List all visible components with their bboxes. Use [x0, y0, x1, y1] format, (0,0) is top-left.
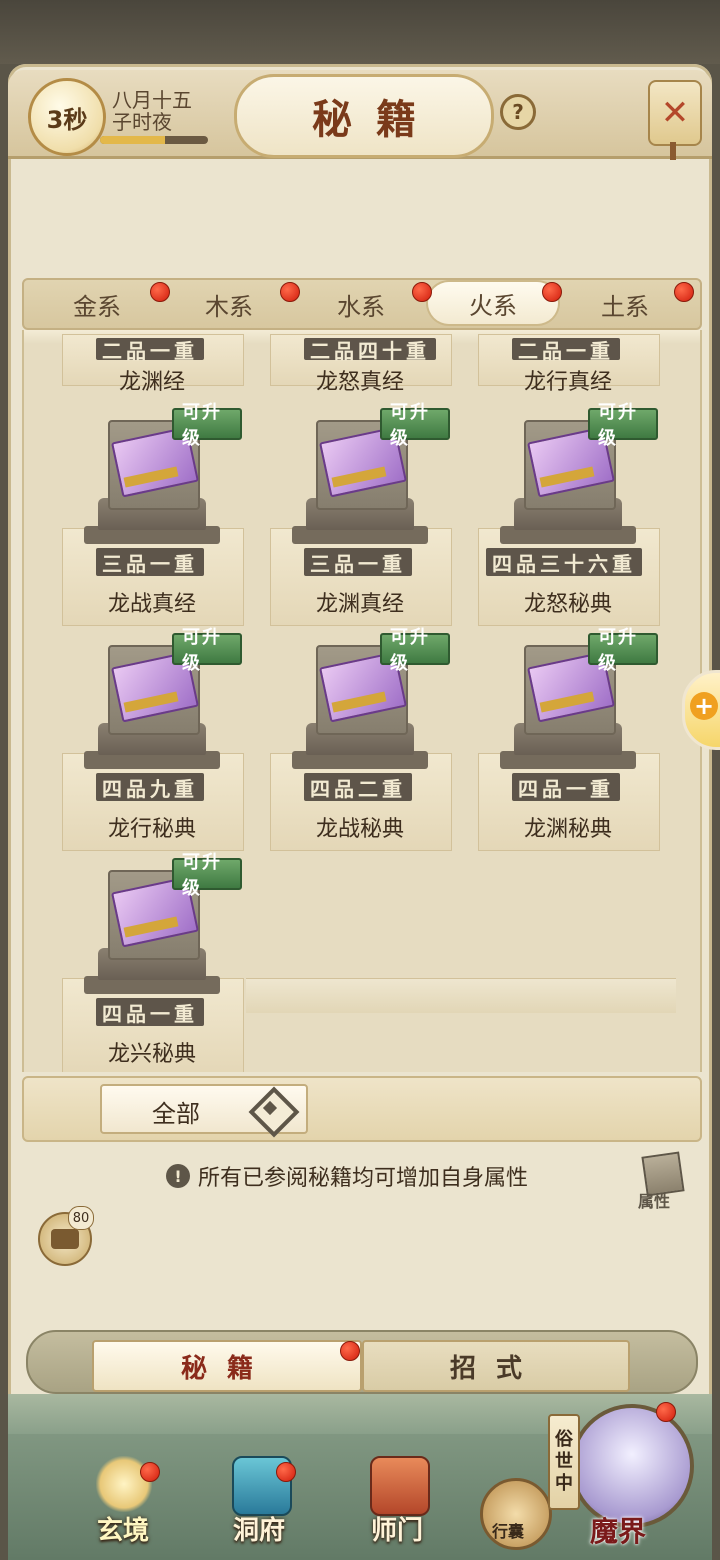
book-name: 龙渊秘典 [523, 817, 612, 842]
nav-sect[interactable]: 师门 [352, 1450, 442, 1550]
red-dot-badge [140, 1462, 160, 1482]
red-dot-badge [674, 282, 694, 302]
red-dot-badge [542, 282, 562, 302]
filter-selected-label: 全部 [152, 1100, 200, 1128]
red-dot-badge [656, 1402, 676, 1422]
upgradable-badge: 可升级 [588, 402, 658, 449]
red-dot-badge [412, 282, 432, 302]
book-card[interactable]: 二品一重 龙行真经 [478, 334, 660, 396]
book-name: 龙兴秘典 [107, 1042, 196, 1067]
attributes-label: 属性 [638, 1192, 671, 1211]
time-progress-bar [100, 136, 208, 144]
book-card[interactable]: 可升级 四品二重 龙战秘典 [270, 627, 452, 859]
upgradable-badge: 可升级 [588, 627, 658, 674]
element-tabs: 金系 木系 水系 火系 土系 [22, 278, 702, 330]
realm-tag-char: 世 [555, 1451, 573, 1472]
nav-label: 师门 [370, 1516, 423, 1546]
tab-earth[interactable]: 土系 [560, 280, 690, 328]
upgradable-badge: 可升级 [380, 627, 450, 674]
book-grade: 二品一重 [512, 338, 620, 363]
book-name: 龙渊经 [118, 370, 185, 395]
sub-tab-label: 招式 [449, 1353, 542, 1384]
upgradable-badge: 可升级 [172, 402, 242, 449]
info-line: ! 所有已参阅秘籍均可增加自身属性 [166, 1160, 528, 1192]
book-name: 龙行秘典 [107, 817, 196, 842]
tab-secret-books[interactable]: 秘籍 [92, 1340, 362, 1392]
nav-label: 玄境 [96, 1516, 149, 1546]
tab-moves[interactable]: 招式 [362, 1340, 630, 1392]
bag-label: 行囊 [492, 1522, 525, 1541]
book-grade: 四品一重 [96, 998, 204, 1026]
book-grade: 四品二重 [304, 773, 412, 801]
tab-label: 土系 [601, 292, 649, 321]
book-grade: 四品九重 [96, 773, 204, 801]
tab-wood[interactable]: 木系 [164, 280, 294, 328]
red-dot-badge [280, 282, 300, 302]
book-grade: 四品三十六重 [486, 548, 642, 576]
red-dot-badge [150, 282, 170, 302]
book-card[interactable]: 可升级 四品三十六重 龙怒秘典 [478, 402, 660, 634]
status-strip [0, 0, 720, 64]
book-grade: 三品一重 [304, 548, 412, 576]
tab-label: 木系 [205, 292, 253, 321]
book-name: 龙行真经 [523, 370, 612, 395]
title-plate: 秘籍 [234, 74, 494, 158]
book-grade: 二品四十重 [304, 338, 436, 363]
sub-tab-label: 秘籍 [180, 1353, 273, 1384]
book-grade: 三品一重 [96, 548, 204, 576]
date-line-2: 子时夜 [112, 110, 172, 134]
book-card[interactable]: 可升级 四品九重 龙行秘典 [62, 627, 244, 859]
red-dot-badge [340, 1341, 360, 1361]
red-dot-badge [276, 1462, 296, 1482]
tab-label: 水系 [337, 292, 385, 321]
tab-water[interactable]: 水系 [296, 280, 426, 328]
book-grade: 二品一重 [96, 338, 204, 363]
plus-icon[interactable]: + [690, 692, 718, 720]
demon-realm-label[interactable]: 魔界 [590, 1510, 646, 1550]
book-card[interactable]: 二品四十重 龙怒真经 [270, 334, 452, 396]
book-name: 龙怒秘典 [523, 592, 612, 617]
book-card[interactable]: 可升级 四品一重 龙渊秘典 [478, 627, 660, 859]
book-card[interactable]: 可升级 三品一重 龙战真经 [62, 402, 244, 634]
info-text: 所有已参阅秘籍均可增加自身属性 [198, 1166, 529, 1191]
nav-label: 洞府 [232, 1516, 285, 1546]
realm-tag-char: 俗 [555, 1429, 573, 1450]
book-card[interactable]: 可升级 四品一重 龙兴秘典 [62, 852, 244, 1072]
exclamation-icon: ! [166, 1164, 190, 1188]
tab-metal[interactable]: 金系 [32, 280, 162, 328]
book-card[interactable]: 可升级 三品一重 龙渊真经 [270, 402, 452, 634]
realm-tag-char: 中 [555, 1473, 573, 1494]
book-name: 龙渊真经 [315, 592, 404, 617]
book-name: 龙怒真经 [315, 370, 404, 395]
tab-label: 金系 [73, 292, 121, 321]
attributes-button[interactable]: 属性 [634, 1151, 692, 1212]
book-name: 龙战秘典 [315, 817, 404, 842]
upgradable-badge: 可升级 [380, 402, 450, 449]
tab-label: 火系 [469, 291, 517, 320]
help-icon[interactable]: ? [500, 94, 536, 130]
book-name: 龙战真经 [107, 592, 196, 617]
chat-icon [51, 1229, 79, 1249]
countdown-timer: 3秒 [28, 78, 106, 156]
book-list[interactable]: 二品一重 龙渊经 二品四十重 龙怒真经 二品一重 龙行真经 可升级 三品一重 龙… [22, 330, 702, 1072]
book-card[interactable]: 二品一重 龙渊经 [62, 334, 244, 396]
realm-status-tag: 俗世中 [548, 1414, 580, 1510]
close-button[interactable]: ✕ [648, 80, 702, 146]
upgradable-badge: 可升级 [172, 627, 242, 674]
banner-icon [370, 1456, 430, 1516]
close-tassel [670, 142, 676, 160]
empty-shelf [246, 978, 676, 1013]
page-title: 秘籍 [312, 96, 440, 143]
upgradable-badge: 可升级 [172, 852, 242, 899]
time-progress-fill [100, 136, 165, 144]
chat-count-badge: 80 [68, 1206, 94, 1230]
tab-fire[interactable]: 火系 [428, 282, 558, 324]
book-grade: 四品一重 [512, 773, 620, 801]
